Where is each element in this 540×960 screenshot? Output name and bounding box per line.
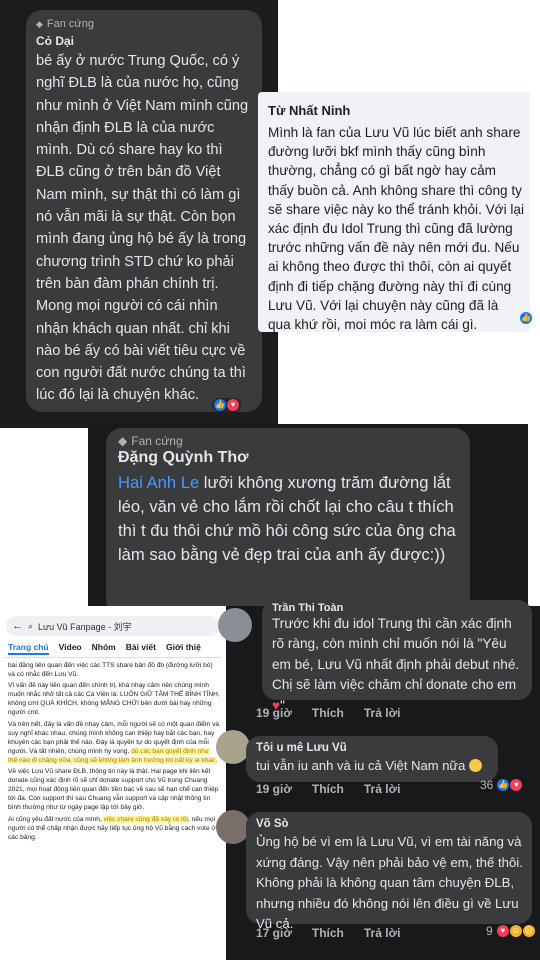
like-button[interactable]: Thích [312, 926, 344, 940]
care-icon: ☺ [509, 925, 522, 937]
mention-link[interactable]: Hai Anh Le [118, 473, 199, 492]
comment-bubble-vo-so: Võ Sò Ủng hộ bé vì em là Lưu Vũ, vì em t… [246, 812, 532, 931]
comment-bubble-top: Trần Thị Toàn Trước khi đu idol Trung th… [262, 600, 532, 713]
avatar[interactable] [216, 810, 250, 844]
comment-text: tui vẫn iu anh và iu cả Việt Nam nữa [246, 754, 498, 773]
fan-badge: ◆ Fan cứng [106, 428, 470, 448]
comment-body: Trước khi đu idol Trung thì cần xác định… [272, 616, 520, 693]
comment-text: Ủng hộ bé vì em là Lưu Vũ, vì em tài năn… [256, 834, 523, 932]
comments-panel: Trần Thị Toàn Trước khi đu idol Trung th… [216, 600, 540, 960]
comment-bubble-toi-u-me: Tôi u mê Lưu Vũ tui vẫn iu anh và iu cả … [246, 736, 498, 782]
fanpage-post-body: bài đăng liên quan đến việc các TTS shar… [0, 658, 226, 842]
like-button[interactable]: Thích [312, 706, 344, 720]
reaction-badge[interactable]: 👍 ♥ [212, 398, 241, 412]
like-icon: 👍 [214, 399, 226, 411]
fan-badge-label: Fan cứng [46, 18, 95, 30]
fan-badge-label: Fan cứng [131, 434, 183, 448]
reaction-number: 9 [486, 924, 493, 938]
avatar[interactable] [216, 730, 250, 764]
commenter-name[interactable]: Đặng Quỳnh Thơ [106, 448, 470, 467]
tab-home[interactable]: Trang chủ [8, 642, 49, 655]
fan-badge: ◆ Fan cứng [26, 10, 262, 30]
comment-time[interactable]: 19 giờ [256, 782, 292, 796]
comment-bubble-tu-nhat-ninh: Từ Nhất Ninh Mình là fan của Lưu Vũ lúc … [258, 92, 530, 332]
comment-bubble-co-dai: ◆ Fan cứng Cỏ Dại bé ấy ở nước Trung Quố… [26, 10, 262, 412]
post-paragraph: Vì vấn đề này liên quan đến chính trị, k… [8, 682, 220, 717]
reply-button[interactable]: Trả lời [364, 926, 401, 940]
fanpage-search-bar[interactable]: ← ⌕ Lưu Vũ Fanpage - 刘宇 [6, 616, 220, 636]
post-paragraph: Và trên hết, đây là vấn đề nhạy cảm, mỗi… [8, 720, 220, 765]
heart-icon: ♥ [496, 925, 509, 937]
diamond-icon: ◆ [36, 18, 43, 29]
reply-button[interactable]: Trả lời [364, 782, 401, 796]
blushing-emoji-icon [468, 759, 482, 772]
comment-actions: 19 giờ Thích Trả lời [256, 706, 400, 720]
post-text: Ai cũng yêu đất nước của mình, [8, 815, 104, 823]
comment-body: tui vẫn iu anh và iu cả Việt Nam nữa [256, 758, 466, 773]
tab-about[interactable]: Giới thiệ [166, 642, 201, 655]
post-paragraph: bài đăng liên quan đến việc các TTS shar… [8, 662, 213, 679]
fanpage-tabs: Trang chủ Video Nhóm Bài viết Giới thiệ [0, 636, 226, 657]
sad-icon: ☹ [522, 925, 535, 937]
diamond-icon: ◆ [118, 434, 128, 448]
like-button[interactable]: Thích [312, 782, 344, 796]
comment-text: Trước khi đu idol Trung thì cần xác định… [262, 612, 532, 716]
tab-posts[interactable]: Bài viết [126, 642, 156, 655]
commenter-name[interactable]: Cỏ Dại [26, 30, 262, 48]
reaction-count[interactable]: 9 ♥ ☺ ☹ [486, 924, 535, 938]
comment-actions: 19 giờ Thích Trả lời [256, 782, 400, 796]
commenter-name[interactable]: Từ Nhất Ninh [258, 92, 530, 118]
comment-text: Hai Anh Le lưỡi không xương trăm đường l… [106, 467, 470, 567]
comment-text: bé ấy ở nước Trung Quốc, có ý nghĩ ĐLB l… [36, 53, 249, 404]
heart-icon: ♥ [510, 779, 523, 791]
avatar[interactable] [218, 608, 252, 642]
comment-actions: 17 giờ Thích Trả lời [256, 926, 400, 940]
back-arrow-icon[interactable]: ← [12, 620, 23, 632]
tab-groups[interactable]: Nhóm [92, 642, 116, 655]
reaction-badge[interactable]: 👍 [520, 312, 532, 324]
highlighted-text: việc share cũng đã xảy ra rồi [103, 815, 188, 823]
comment-text: Mình là fan của Lưu Vũ lúc biết anh shar… [268, 125, 524, 333]
commenter-name[interactable]: Tôi u mê Lưu Vũ [246, 736, 498, 754]
post-paragraph: Về việc Lưu Vũ share ĐLB, thông tin này … [8, 768, 219, 812]
comment-time[interactable]: 19 giờ [256, 706, 292, 720]
search-text: Lưu Vũ Fanpage - 刘宇 [38, 621, 132, 632]
commenter-name[interactable]: Trần Thị Toàn [262, 600, 532, 612]
fanpage-screenshot: ← ⌕ Lưu Vũ Fanpage - 刘宇 Trang chủ Video … [0, 606, 226, 960]
tab-video[interactable]: Video [59, 642, 82, 655]
like-icon: 👍 [497, 779, 510, 791]
comment-bubble-dang-quynh-tho: ◆ Fan cứng Đặng Quỳnh Thơ Hai Anh Le lưỡ… [106, 428, 470, 616]
commenter-name[interactable]: Võ Sò [246, 812, 532, 830]
search-icon: ⌕ [28, 620, 34, 631]
post-paragraph: Ai cũng yêu đất nước của mình, việc shar… [8, 815, 220, 842]
like-icon: 👍 [520, 312, 532, 324]
comment-time[interactable]: 17 giờ [256, 926, 292, 940]
reaction-number: 36 [480, 778, 494, 792]
reply-button[interactable]: Trả lời [364, 706, 401, 720]
heart-icon: ♥ [227, 399, 239, 411]
reaction-count[interactable]: 36 👍 ♥ [480, 778, 523, 792]
